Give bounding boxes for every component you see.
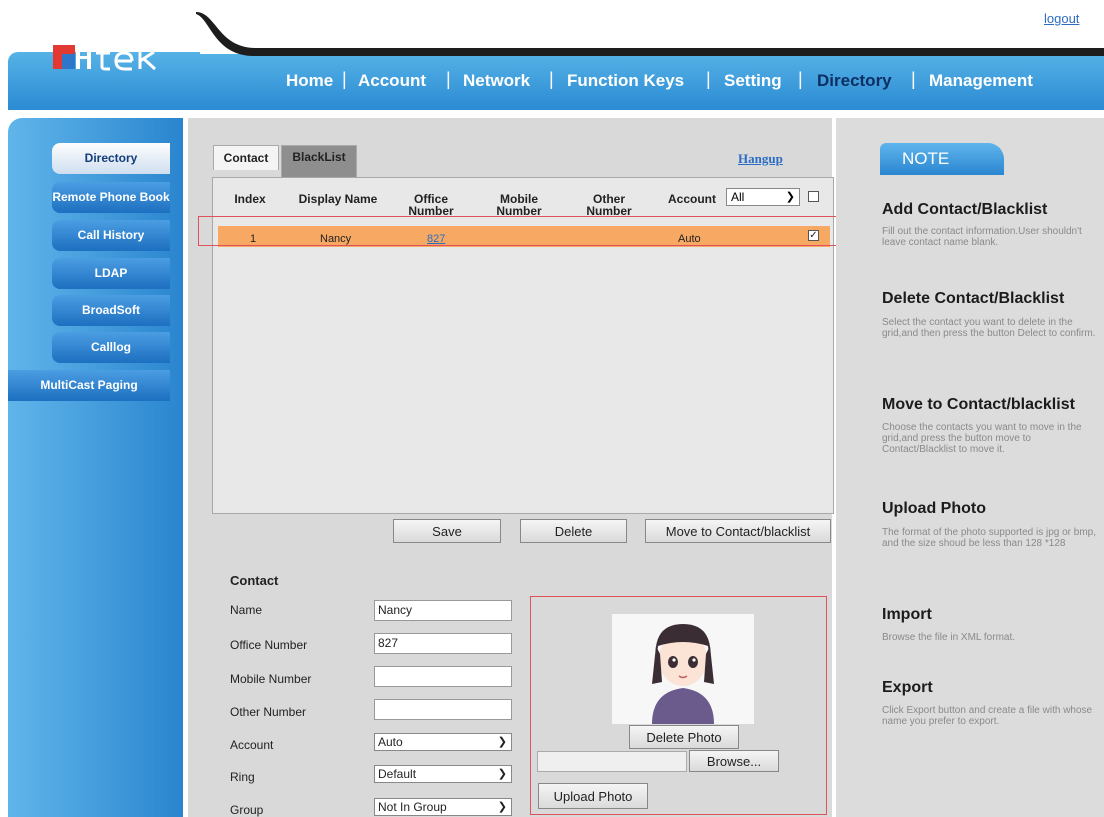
- note-text-import: Browse the file in XML format.: [882, 632, 1016, 643]
- chevron-down-icon: ❯: [497, 801, 507, 813]
- mobile-number-field[interactable]: [374, 666, 512, 687]
- logout-link[interactable]: logout: [1044, 11, 1079, 26]
- column-header-other-number: Other Number: [586, 193, 632, 217]
- sidebar-item-directory[interactable]: Directory: [52, 143, 170, 174]
- account-filter-select[interactable]: All ❯: [726, 188, 800, 206]
- group-label: Group: [230, 803, 264, 817]
- highlight-box: [198, 216, 845, 246]
- column-header-mobile-number: Mobile Number: [496, 193, 542, 217]
- sidebar-item-broadsoft[interactable]: BroadSoft: [52, 295, 170, 326]
- note-text-delete: Select the contact you want to delete in…: [882, 317, 1096, 339]
- nav-separator: |: [549, 69, 554, 89]
- header-swoosh: [196, 12, 1104, 56]
- nav-function-keys[interactable]: Function Keys: [567, 71, 684, 91]
- note-title-move: Move to Contact/blacklist: [882, 396, 1075, 413]
- contact-photo: [612, 614, 754, 724]
- ring-label: Ring: [230, 770, 255, 784]
- nav-separator: |: [342, 69, 347, 89]
- nav-setting[interactable]: Setting: [724, 71, 782, 91]
- mobile-number-label: Mobile Number: [230, 672, 312, 686]
- sidebar-item-multicast-paging[interactable]: MultiCast Paging: [8, 370, 170, 401]
- hangup-link[interactable]: Hangup: [738, 151, 783, 167]
- delete-button[interactable]: Delete: [520, 519, 627, 543]
- group-select-value: Not In Group: [378, 800, 447, 814]
- other-number-label: Other Number: [230, 705, 307, 719]
- chevron-down-icon: ❯: [785, 191, 795, 203]
- nav-separator: |: [446, 69, 451, 89]
- chevron-down-icon: ❯: [497, 768, 507, 780]
- account-filter-value: All: [731, 190, 745, 204]
- group-select[interactable]: Not In Group ❯: [374, 798, 512, 816]
- note-text-export: Click Export button and create a file wi…: [882, 705, 1093, 727]
- nav-network[interactable]: Network: [463, 71, 530, 91]
- tab-blacklist[interactable]: BlackList: [281, 145, 357, 177]
- save-button[interactable]: Save: [393, 519, 501, 543]
- sidebar-item-calllog[interactable]: Calllog: [52, 332, 170, 363]
- name-field[interactable]: Nancy: [374, 600, 512, 621]
- column-header-display-name: Display Name: [298, 192, 378, 206]
- note-title-export: Export: [882, 679, 933, 696]
- photo-file-input[interactable]: [537, 751, 687, 772]
- other-number-field[interactable]: [374, 699, 512, 720]
- note-text-move: Choose the contacts you want to move in …: [882, 422, 1082, 455]
- ring-select-value: Default: [378, 767, 417, 781]
- office-number-label: Office Number: [230, 638, 308, 652]
- note-title-import: Import: [882, 606, 932, 623]
- column-header-office-number: Office Number: [408, 193, 454, 217]
- browse-button[interactable]: Browse...: [689, 750, 779, 772]
- account-select-value: Auto: [378, 735, 403, 749]
- tab-contact[interactable]: Contact: [213, 145, 279, 170]
- sidebar-item-ldap[interactable]: LDAP: [52, 258, 170, 289]
- column-header-index: Index: [234, 192, 266, 206]
- move-to-contact-blacklist-button[interactable]: Move to Contact/blacklist: [645, 519, 831, 543]
- note-text-add: Fill out the contact information.User sh…: [882, 226, 1082, 248]
- nav-separator: |: [706, 69, 711, 89]
- note-title-add: Add Contact/Blacklist: [882, 201, 1048, 218]
- sidebar-item-call-history[interactable]: Call History: [52, 220, 170, 251]
- nav-management[interactable]: Management: [929, 71, 1033, 91]
- upload-photo-button[interactable]: Upload Photo: [538, 783, 648, 809]
- nav-separator: |: [911, 69, 916, 89]
- note-title-delete: Delete Contact/Blacklist: [882, 290, 1065, 307]
- contact-section-title: Contact: [230, 573, 279, 588]
- name-label: Name: [230, 603, 263, 617]
- office-number-field[interactable]: 827: [374, 633, 512, 654]
- nav-account[interactable]: Account: [358, 71, 426, 91]
- htek-logo: [52, 40, 192, 74]
- account-select[interactable]: Auto ❯: [374, 733, 512, 751]
- nav-home[interactable]: Home: [286, 71, 333, 91]
- note-text-upload: The format of the photo supported is jpg…: [882, 527, 1097, 549]
- column-header-account: Account: [668, 192, 716, 206]
- sidebar-item-remote-phone-book[interactable]: Remote Phone Book: [52, 182, 170, 213]
- account-label: Account: [230, 738, 274, 752]
- delete-photo-button[interactable]: Delete Photo: [629, 725, 739, 749]
- note-tab: NOTE: [880, 143, 1004, 175]
- note-title-upload: Upload Photo: [882, 500, 986, 517]
- nav-separator: |: [798, 69, 803, 89]
- select-all-checkbox[interactable]: [808, 191, 819, 202]
- nav-directory[interactable]: Directory: [817, 71, 892, 91]
- chevron-down-icon: ❯: [497, 736, 507, 748]
- ring-select[interactable]: Default ❯: [374, 765, 512, 783]
